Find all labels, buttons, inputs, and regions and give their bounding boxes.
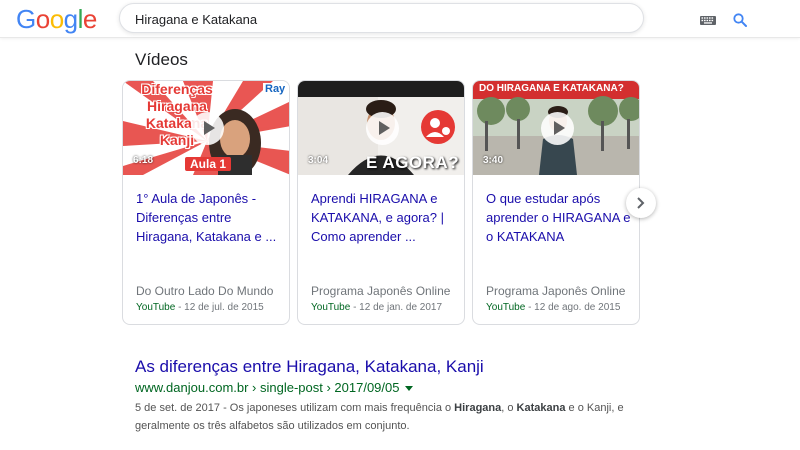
play-icon[interactable] bbox=[191, 112, 224, 145]
thumbnail-caption: DO HIRAGANA E KATAKANA? bbox=[479, 83, 624, 94]
search-box[interactable] bbox=[119, 3, 747, 33]
video-card[interactable]: DO HIRAGANA E KATAKANA? 3:40 O que estud… bbox=[472, 80, 640, 325]
video-card[interactable]: E AGORA? 3:04 Aprendi HIRAGANA e KATAKAN… bbox=[297, 80, 465, 325]
thumbnail-tag: Aula 1 bbox=[185, 157, 232, 171]
logo-letter: G bbox=[16, 4, 36, 34]
video-source: YouTube bbox=[311, 302, 351, 313]
result-snippet: 5 de set. de 2017 - Os japoneses utiliza… bbox=[135, 399, 625, 435]
video-title-link[interactable]: 1° Aula de Japonês - Diferenças entre Hi… bbox=[136, 189, 281, 246]
snippet-text: , o bbox=[501, 402, 517, 414]
videos-section-title: Vídeos bbox=[135, 50, 188, 69]
logo-letter: o bbox=[49, 4, 64, 34]
snippet-text: - Os japoneses utilizam com mais frequên… bbox=[220, 402, 455, 414]
video-date: - 12 de ago. de 2015 bbox=[525, 302, 621, 313]
video-date: - 12 de jan. de 2017 bbox=[350, 302, 443, 313]
snippet-keyword: Katakana bbox=[516, 402, 566, 414]
search-icon[interactable] bbox=[733, 13, 747, 27]
caret-down-icon[interactable] bbox=[405, 386, 414, 392]
keyboard-icon[interactable] bbox=[700, 16, 716, 25]
snippet-keyword: Hiragana bbox=[454, 402, 502, 414]
result-title-link[interactable]: As diferenças entre Hiragana, Katakana, … bbox=[135, 357, 484, 377]
logo-letter: o bbox=[35, 4, 50, 34]
video-source: YouTube bbox=[486, 302, 526, 313]
video-channel: Programa Japonês Online bbox=[486, 284, 626, 298]
video-channel: Programa Japonês Online bbox=[311, 284, 451, 298]
channel-badge: Ray bbox=[263, 83, 288, 95]
video-thumbnail[interactable]: Diferenças Hiragana Katakana Kanji Ray A… bbox=[123, 81, 289, 175]
logo-letter: e bbox=[82, 4, 97, 34]
video-date: - 12 de jul. de 2015 bbox=[175, 302, 264, 313]
logo-letter: g bbox=[63, 4, 78, 34]
google-logo[interactable]: Google bbox=[16, 4, 97, 34]
thumbnail-caption: E AGORA? bbox=[366, 153, 460, 172]
video-duration: 6:18 bbox=[133, 155, 154, 166]
search-input[interactable] bbox=[135, 10, 555, 28]
video-title-link[interactable]: O que estudar após aprender o HIRAGANA e… bbox=[486, 189, 631, 246]
video-duration: 3:04 bbox=[308, 155, 329, 166]
video-channel: Do Outro Lado Do Mundo bbox=[136, 284, 274, 298]
video-meta: YouTube - 12 de jul. de 2015 bbox=[136, 302, 264, 313]
result-url-text[interactable]: www.danjou.com.br › single-post › 2017/0… bbox=[135, 380, 399, 395]
video-thumbnail[interactable]: DO HIRAGANA E KATAKANA? 3:40 bbox=[473, 81, 639, 175]
next-videos-button[interactable] bbox=[626, 188, 656, 218]
video-meta: YouTube - 12 de jan. de 2017 bbox=[311, 302, 442, 313]
snippet-date: 5 de set. de 2017 bbox=[135, 402, 221, 414]
video-card[interactable]: Diferenças Hiragana Katakana Kanji Ray A… bbox=[122, 80, 290, 325]
play-icon[interactable] bbox=[366, 112, 399, 145]
video-thumbnail[interactable]: E AGORA? 3:04 bbox=[298, 81, 464, 175]
video-title-link[interactable]: Aprendi HIRAGANA e KATAKANA, e agora? | … bbox=[311, 189, 456, 246]
header-bar: Google bbox=[0, 0, 800, 38]
video-source: YouTube bbox=[136, 302, 176, 313]
play-icon[interactable] bbox=[541, 112, 574, 145]
thumbnail-caption: Diferenças bbox=[141, 81, 213, 97]
result-url[interactable]: www.danjou.com.br › single-post › 2017/0… bbox=[135, 380, 414, 395]
video-duration: 3:40 bbox=[483, 155, 504, 166]
chevron-right-icon bbox=[637, 197, 645, 209]
video-meta: YouTube - 12 de ago. de 2015 bbox=[486, 302, 620, 313]
